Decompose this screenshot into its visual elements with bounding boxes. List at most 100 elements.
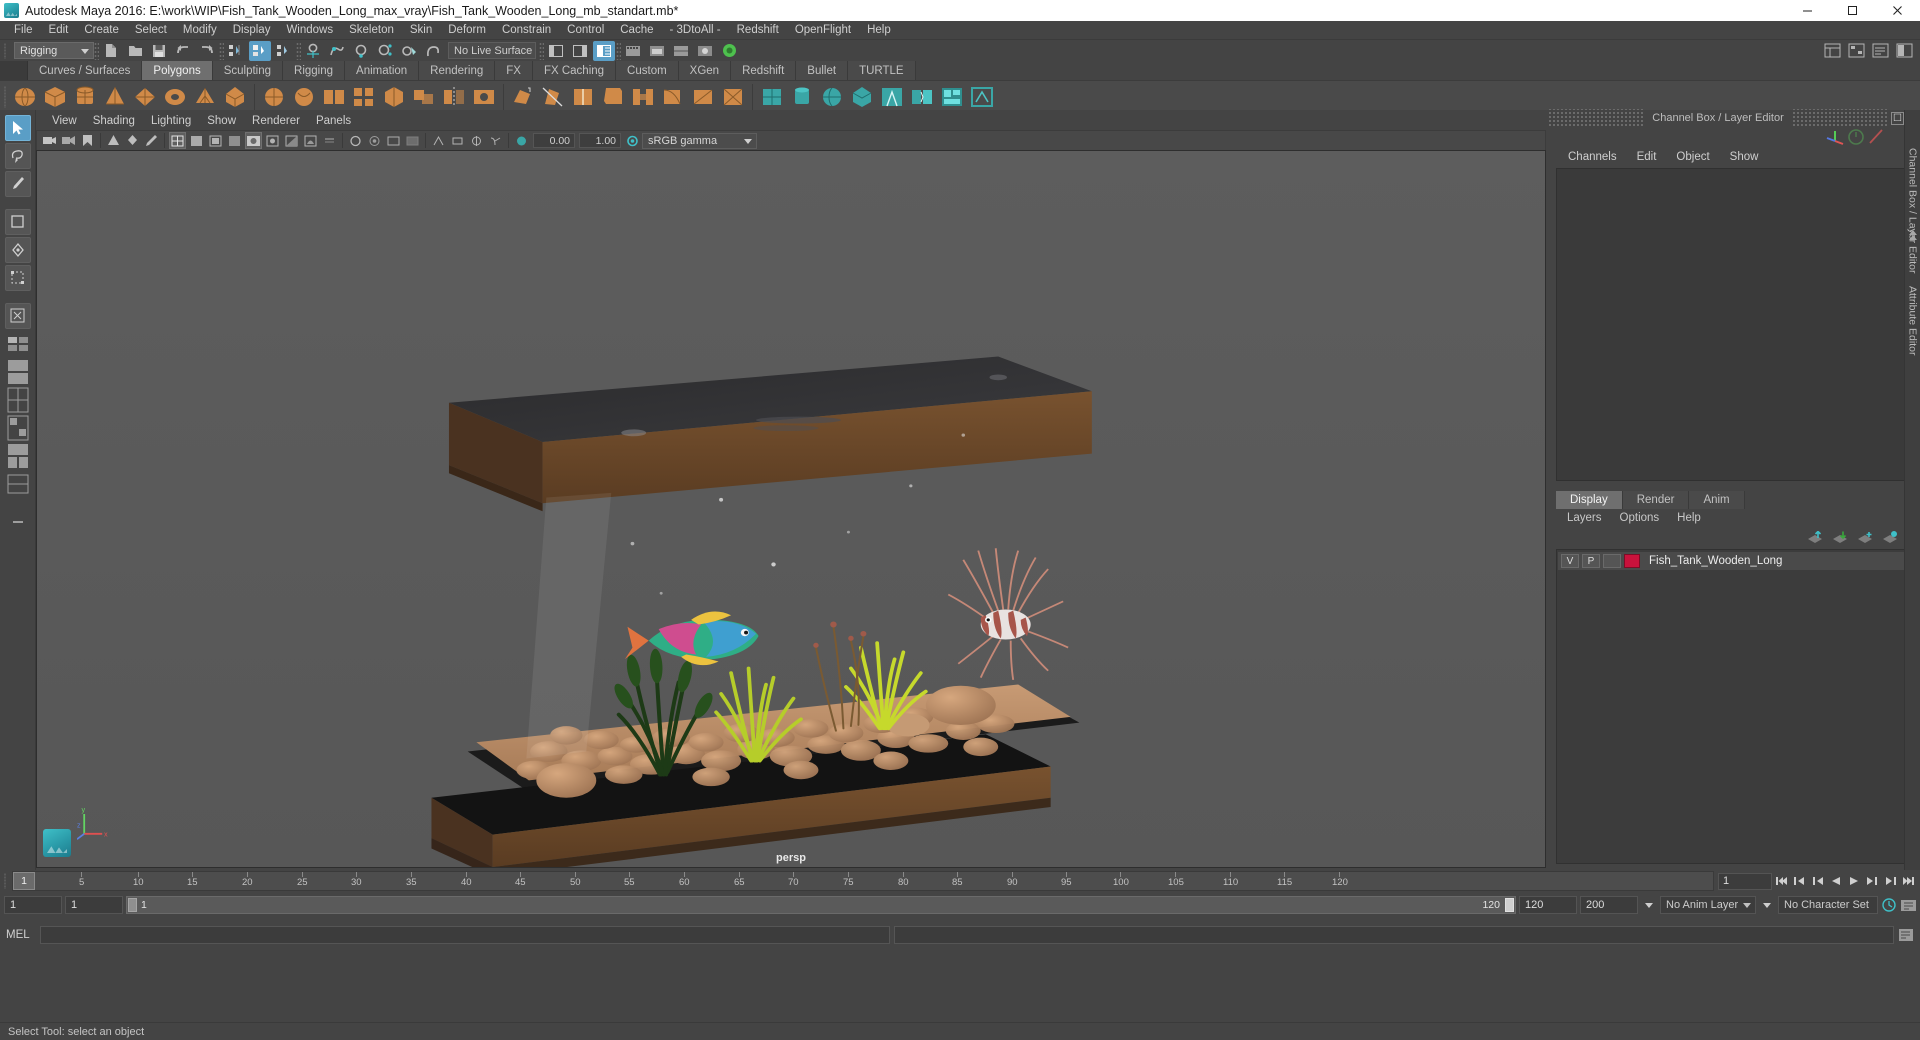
uv-snapshot-icon[interactable]	[967, 82, 997, 112]
go-to-end-button[interactable]	[1900, 873, 1916, 890]
close-button[interactable]	[1875, 0, 1920, 21]
menu-modify[interactable]: Modify	[175, 21, 225, 39]
toolbar-grip[interactable]	[2, 41, 10, 61]
time-ruler[interactable]: 1 5 10 15 20 25 30 35 40 45 50 55 60 65 …	[12, 871, 1714, 891]
toggle-outliner-button[interactable]	[1821, 41, 1843, 61]
perspective-viewport[interactable]: persp y x z	[36, 150, 1546, 868]
shelf-tab-redshift[interactable]: Redshift	[731, 61, 797, 80]
rotate-tool-button[interactable]	[4, 237, 31, 263]
layout-persp-outliner-button[interactable]	[5, 359, 31, 385]
step-back-frame-button[interactable]	[1810, 873, 1826, 890]
uv-editor-icon[interactable]	[877, 82, 907, 112]
shelf-tab-animation[interactable]: Animation	[345, 61, 420, 80]
menu-control[interactable]: Control	[559, 21, 612, 39]
color-space-selector[interactable]: sRGB gamma	[642, 132, 757, 149]
viewport-menu-renderer[interactable]: Renderer	[244, 115, 308, 127]
wedge-icon[interactable]	[658, 82, 688, 112]
menu-skin[interactable]: Skin	[402, 21, 440, 39]
shelf-tab-fx[interactable]: FX	[495, 61, 533, 80]
screen-space-ao-icon[interactable]	[302, 132, 319, 149]
display-layer-list[interactable]: V P Fish_Tank_Wooden_Long	[1556, 549, 1912, 864]
menu-select[interactable]: Select	[127, 21, 175, 39]
show-menu[interactable]: Show	[1720, 151, 1769, 163]
snap-to-projected-center-button[interactable]	[374, 41, 396, 61]
isolate-select-icon[interactable]	[385, 132, 402, 149]
view-transform-toggle-icon[interactable]	[513, 132, 530, 149]
sphere-sculpt-icon[interactable]	[259, 82, 289, 112]
lasso-tool-button[interactable]	[4, 143, 31, 169]
show-hide-sidebar-right-button[interactable]	[569, 41, 591, 61]
multi-cut-icon[interactable]	[538, 82, 568, 112]
anim-layer-options-icon[interactable]	[1759, 897, 1775, 914]
step-forward-key-button[interactable]	[1882, 873, 1898, 890]
exposure-value[interactable]: 0.00	[533, 133, 575, 148]
menu-constrain[interactable]: Constrain	[494, 21, 559, 39]
menu-help[interactable]: Help	[859, 21, 899, 39]
show-hide-attribute-editor-button[interactable]	[593, 40, 615, 61]
snap-to-view-plane-button[interactable]	[398, 41, 420, 61]
step-forward-frame-button[interactable]	[1864, 873, 1880, 890]
uv-planar-mapping-icon[interactable]	[757, 82, 787, 112]
current-frame-indicator[interactable]: 1	[13, 872, 35, 890]
select-by-hierarchy-button[interactable]	[225, 41, 247, 61]
exposure-icon[interactable]	[468, 132, 485, 149]
toggle-script-editor-button[interactable]	[1869, 41, 1891, 61]
range-options-icon[interactable]	[1641, 897, 1657, 914]
menu-skeleton[interactable]: Skeleton	[341, 21, 402, 39]
bridge-icon[interactable]	[628, 82, 658, 112]
polygon-pyramid-icon[interactable]	[220, 82, 250, 112]
render-current-frame-button[interactable]	[622, 41, 644, 61]
new-scene-button[interactable]	[100, 41, 122, 61]
grease-pencil-icon[interactable]	[143, 132, 160, 149]
layout-hypershade-button[interactable]	[5, 415, 31, 441]
range-right-handle[interactable]	[1505, 898, 1514, 912]
create-layer-from-selected-icon[interactable]	[1882, 530, 1898, 544]
live-surface-field[interactable]: No Live Surface	[448, 42, 536, 59]
character-set-selector[interactable]: No Character Set	[1778, 896, 1878, 914]
polygon-plane-icon[interactable]	[130, 82, 160, 112]
viewport-menu-show[interactable]: Show	[199, 115, 244, 127]
toggle-workspace-button[interactable]	[1893, 41, 1915, 61]
shaded-with-textures-icon[interactable]	[245, 132, 262, 149]
layer-row[interactable]: V P Fish_Tank_Wooden_Long	[1558, 552, 1910, 570]
shelf-tab-fx-caching[interactable]: FX Caching	[532, 61, 617, 80]
menu-file[interactable]: File	[6, 21, 41, 39]
snap-to-grid-button[interactable]	[302, 41, 324, 61]
layer-playback-toggle[interactable]: P	[1582, 554, 1600, 568]
append-to-polygon-icon[interactable]	[508, 82, 538, 112]
open-scene-button[interactable]	[124, 41, 146, 61]
two-d-pan-zoom-icon[interactable]	[124, 132, 141, 149]
auto-keyframe-toggle[interactable]	[1881, 897, 1897, 914]
smooth-shade-all-icon[interactable]	[188, 132, 205, 149]
shelf-tab-polygons[interactable]: Polygons	[142, 61, 213, 80]
bookmark-icon[interactable]	[79, 132, 96, 149]
vertical-tab-channel-box[interactable]: Channel Box / Layer Editor	[1907, 142, 1919, 280]
viewport-menu-panels[interactable]: Panels	[308, 115, 359, 127]
booleans-icon[interactable]	[409, 82, 439, 112]
command-output[interactable]	[894, 926, 1894, 944]
gamma-icon[interactable]	[487, 132, 504, 149]
uv-spherical-mapping-icon[interactable]	[817, 82, 847, 112]
depth-of-field-icon[interactable]	[366, 132, 383, 149]
maximize-button[interactable]	[1830, 0, 1875, 21]
xray-joints-icon[interactable]	[430, 132, 447, 149]
move-layer-down-icon[interactable]	[1832, 531, 1848, 544]
camera-attributes-icon[interactable]	[60, 132, 77, 149]
panel-drag-dots-left[interactable]	[1548, 109, 1645, 127]
undo-button[interactable]	[172, 41, 194, 61]
sculpt-geometry-icon[interactable]	[688, 82, 718, 112]
layer-tab-anim[interactable]: Anim	[1689, 491, 1745, 509]
bevel-icon[interactable]	[598, 82, 628, 112]
layout-expand-button[interactable]	[5, 509, 31, 535]
image-plane-icon[interactable]	[105, 132, 122, 149]
frame-field[interactable]: 1	[1718, 872, 1772, 890]
viewport-menu-shading[interactable]: Shading	[85, 115, 143, 127]
color-management-icon[interactable]	[624, 132, 641, 149]
anim-layer-selector[interactable]: No Anim Layer	[1660, 896, 1756, 914]
snap-to-point-button[interactable]	[350, 41, 372, 61]
panel-drag-dots-right[interactable]	[1791, 109, 1888, 127]
menu-openflight[interactable]: OpenFlight	[787, 21, 859, 39]
select-by-object-type-button[interactable]	[249, 40, 271, 61]
menu-redshift[interactable]: Redshift	[729, 21, 787, 39]
shelf-tab-custom[interactable]: Custom	[616, 61, 679, 80]
